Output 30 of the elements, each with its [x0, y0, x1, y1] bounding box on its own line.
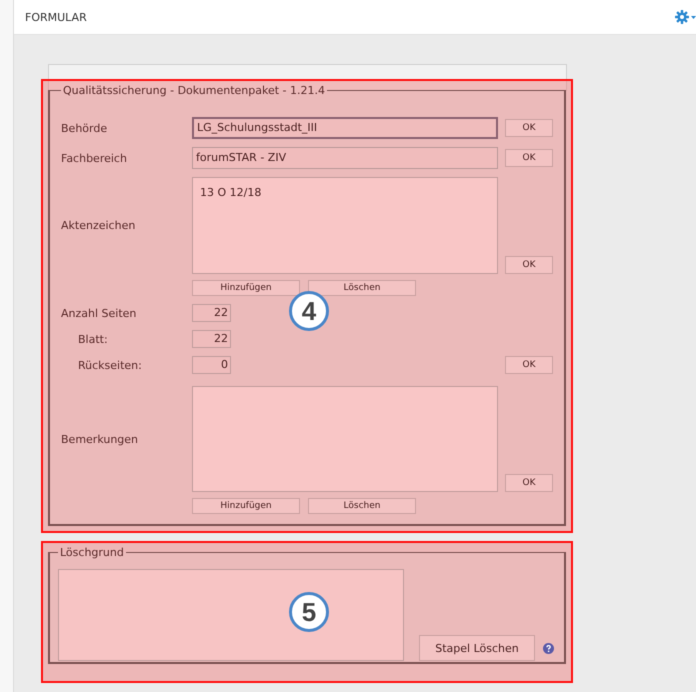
text-field[interactable]: forumSTAR - ZIV: [192, 147, 498, 169]
ok-button[interactable]: OK: [505, 356, 553, 374]
text-area[interactable]: [58, 569, 404, 661]
help-icon[interactable]: [543, 643, 554, 654]
group-legend: Qualitätssicherung - Dokumentenpaket - 1.21.4: [61, 84, 328, 97]
ok-button[interactable]: OK: [505, 119, 553, 137]
delete-batch-button[interactable]: Stapel Löschen: [419, 635, 535, 661]
field-label: Bemerkungen: [61, 432, 140, 446]
field-label: Aktenzeichen: [61, 219, 136, 232]
action-button[interactable]: Hinzufügen: [192, 280, 300, 296]
settings-button[interactable]: [675, 10, 696, 24]
field-label: Rückseiten:: [77, 358, 143, 372]
list-item[interactable]: 13 O 12/18: [200, 186, 490, 199]
field-label: Blatt:: [77, 332, 109, 346]
action-button[interactable]: Löschen: [308, 498, 416, 514]
field-label: Fachbereich: [61, 152, 128, 164]
list-box[interactable]: 13 O 12/18: [192, 177, 498, 274]
ok-button[interactable]: OK: [505, 474, 553, 492]
page-title: FORMULAR: [25, 10, 87, 24]
field-label: Anzahl Seiten: [61, 306, 138, 320]
ok-button[interactable]: OK: [505, 256, 553, 274]
number-field[interactable]: 0: [192, 356, 231, 374]
ok-button[interactable]: OK: [505, 149, 553, 167]
group-legend: Löschgrund: [58, 546, 126, 559]
action-button[interactable]: Löschen: [308, 280, 416, 296]
number-field[interactable]: 22: [192, 304, 231, 322]
field-label: Behörde: [61, 122, 108, 134]
action-button[interactable]: Hinzufügen: [192, 498, 300, 514]
text-field[interactable]: LG_Schulungsstadt_III: [192, 117, 498, 139]
number-field[interactable]: 22: [192, 330, 231, 348]
